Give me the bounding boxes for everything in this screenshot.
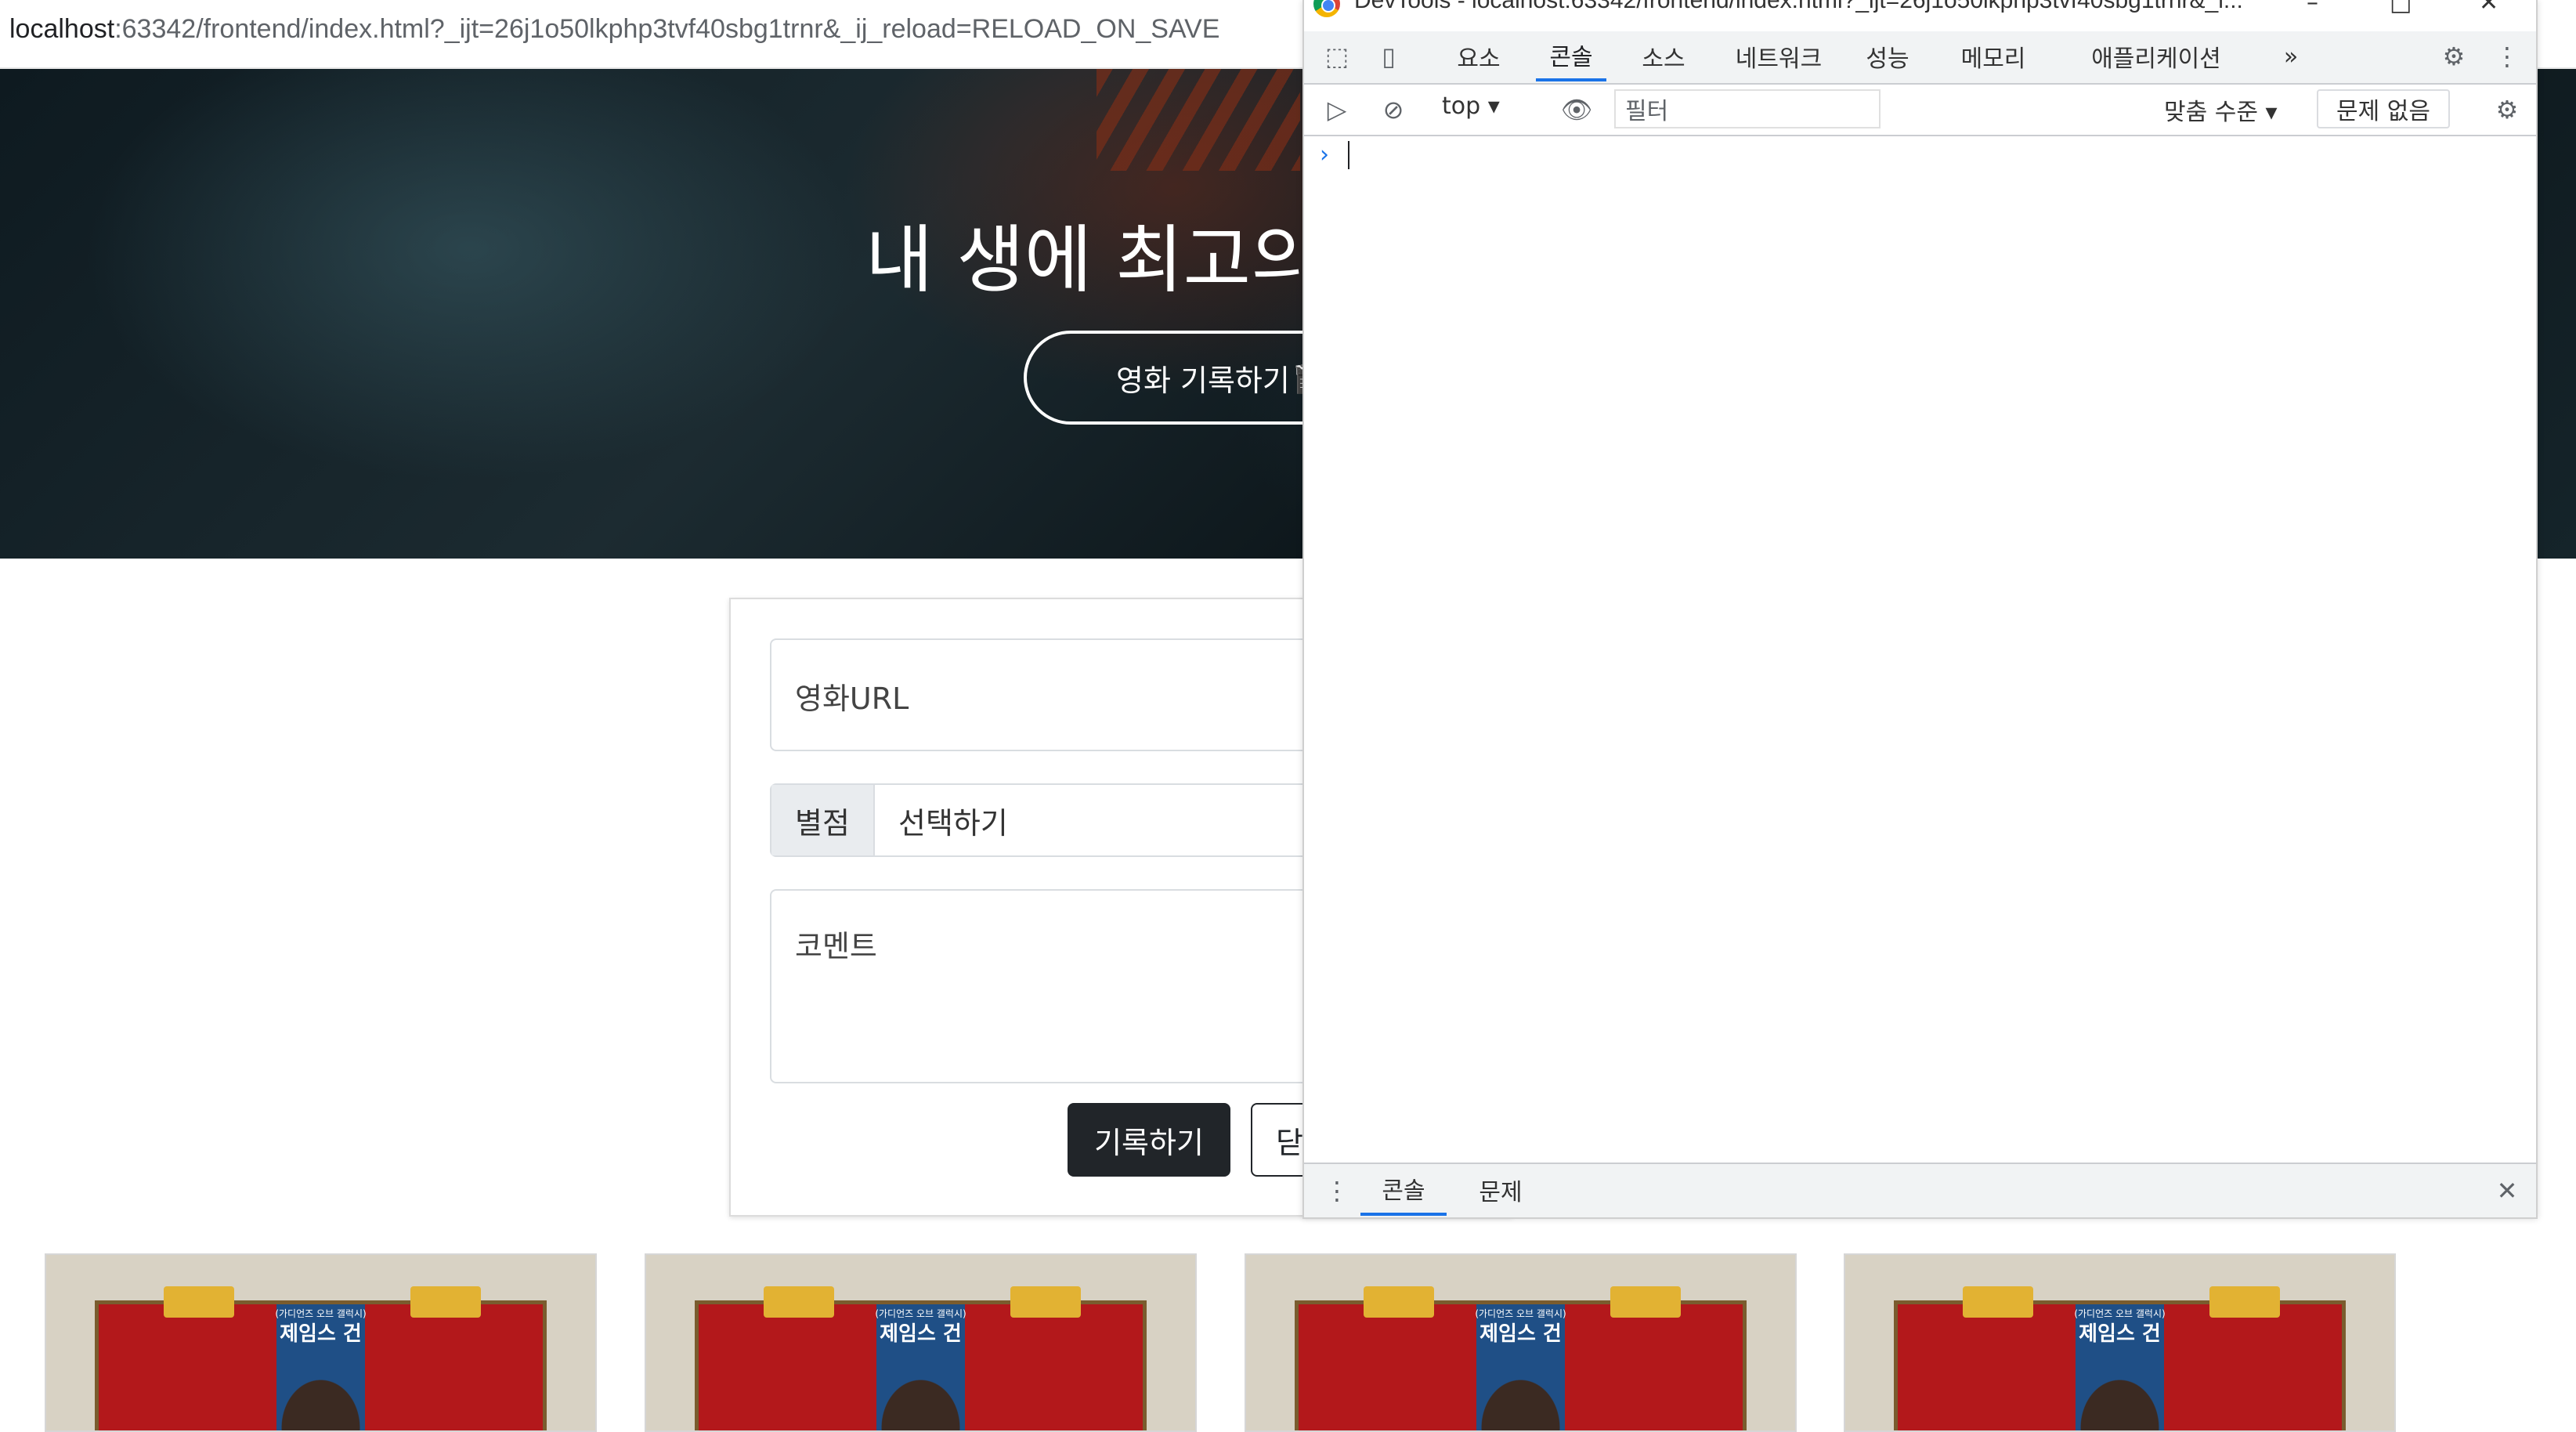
- url-text[interactable]: localhost:63342/frontend/index.html?_ijt…: [9, 14, 1219, 45]
- drawer-tab-issues[interactable]: 문제: [1458, 1164, 1544, 1216]
- close-window-icon[interactable]: ✕: [2479, 0, 2498, 16]
- context-selector[interactable]: top ▾: [1442, 92, 1500, 120]
- show-sidebar-icon[interactable]: ▷: [1320, 92, 1354, 127]
- settings-gear-icon[interactable]: ⚙: [2437, 39, 2471, 74]
- live-expression-eye-icon[interactable]: 👁: [1559, 92, 1594, 127]
- inspect-element-icon[interactable]: ⬚: [1320, 39, 1354, 74]
- comment-placeholder: 코멘트: [795, 929, 877, 964]
- device-toolbar-icon[interactable]: ▯: [1371, 39, 1406, 74]
- star-rating-label: 별점: [771, 785, 875, 855]
- maximize-icon[interactable]: □: [2390, 0, 2412, 16]
- minimize-icon[interactable]: –: [2307, 0, 2318, 16]
- poster-title: 제임스 건: [280, 1322, 362, 1346]
- devtools-titlebar[interactable]: DevTools - localhost:63342/frontend/inde…: [1304, 0, 2536, 22]
- movie-card[interactable]: (가디언즈 오브 갤럭시) 제임스 건: [645, 1253, 1197, 1432]
- tab-console[interactable]: 콘솔: [1536, 31, 1606, 81]
- console-output[interactable]: ›: [1304, 136, 2536, 1163]
- log-levels-label: 맞춤 수준: [2164, 99, 2258, 126]
- record-movie-button-label: 영화 기록하기: [1116, 363, 1290, 398]
- context-value: top: [1442, 92, 1481, 120]
- devtools-drawer: ⋮ 콘솔 문제 ✕: [1304, 1163, 2536, 1217]
- more-tabs-icon[interactable]: »: [2267, 31, 2314, 81]
- kebab-menu-icon[interactable]: ⋮: [2490, 39, 2524, 74]
- console-prompt-icon: ›: [1320, 141, 1329, 168]
- url-path: :63342/frontend/index.html?_ijt=26j1o50l…: [114, 14, 1220, 44]
- devtools-window-title: DevTools - localhost:63342/frontend/inde…: [1354, 0, 2243, 13]
- tab-network[interactable]: 네트워크: [1724, 31, 1834, 81]
- tab-elements[interactable]: 요소: [1443, 31, 1514, 81]
- poster-title: 제임스 건: [880, 1322, 962, 1346]
- movie-card[interactable]: (가디언즈 오브 갤럭시) 제임스 건: [1844, 1253, 2396, 1432]
- url-host: localhost: [9, 14, 115, 44]
- tab-application[interactable]: 애플리케이션: [2062, 31, 2250, 81]
- movie-card[interactable]: (가디언즈 오브 갤럭시) 제임스 건: [1245, 1253, 1797, 1432]
- drawer-tab-console[interactable]: 콘솔: [1360, 1164, 1447, 1216]
- save-button[interactable]: 기록하기: [1068, 1103, 1230, 1177]
- log-levels-dropdown[interactable]: 맞춤 수준 ▾: [2164, 92, 2278, 127]
- hero-title: 내 생에 최고의: [865, 218, 1319, 303]
- console-input-caret[interactable]: [1348, 141, 1349, 169]
- filter-placeholder: 필터: [1625, 98, 1669, 125]
- hero-background-art: [1097, 69, 1300, 171]
- drawer-menu-icon[interactable]: ⋮: [1320, 1173, 1354, 1208]
- chrome-logo-icon: [1313, 0, 1340, 17]
- console-filter-input[interactable]: 필터: [1614, 89, 1881, 128]
- poster-title: 제임스 건: [1479, 1322, 1562, 1346]
- console-settings-gear-icon[interactable]: ⚙: [2490, 92, 2524, 127]
- devtools-window: DevTools - localhost:63342/frontend/inde…: [1302, 0, 2538, 1219]
- movie-url-placeholder: 영화URL: [795, 682, 909, 716]
- movie-card[interactable]: (가디언즈 오브 갤럭시) 제임스 건: [45, 1253, 597, 1432]
- tab-performance[interactable]: 성능: [1852, 31, 1923, 81]
- clear-console-icon[interactable]: ⊘: [1376, 92, 1411, 127]
- close-drawer-icon[interactable]: ✕: [2490, 1173, 2524, 1208]
- issues-button[interactable]: 문제 없음: [2317, 89, 2450, 128]
- tab-sources[interactable]: 소스: [1628, 31, 1699, 81]
- poster-title: 제임스 건: [2079, 1322, 2161, 1346]
- tab-memory[interactable]: 메모리: [1946, 31, 2040, 81]
- devtools-tab-bar: ⬚ ▯ 요소 콘솔 소스 네트워크 성능 메모리 애플리케이션 » ⚙ ⋮: [1304, 31, 2536, 85]
- console-toolbar: ▷ ⊘ top ▾ 👁 필터 맞춤 수준 ▾ 문제 없음 ⚙: [1304, 85, 2536, 136]
- star-rating-select[interactable]: 선택하기: [875, 785, 1008, 855]
